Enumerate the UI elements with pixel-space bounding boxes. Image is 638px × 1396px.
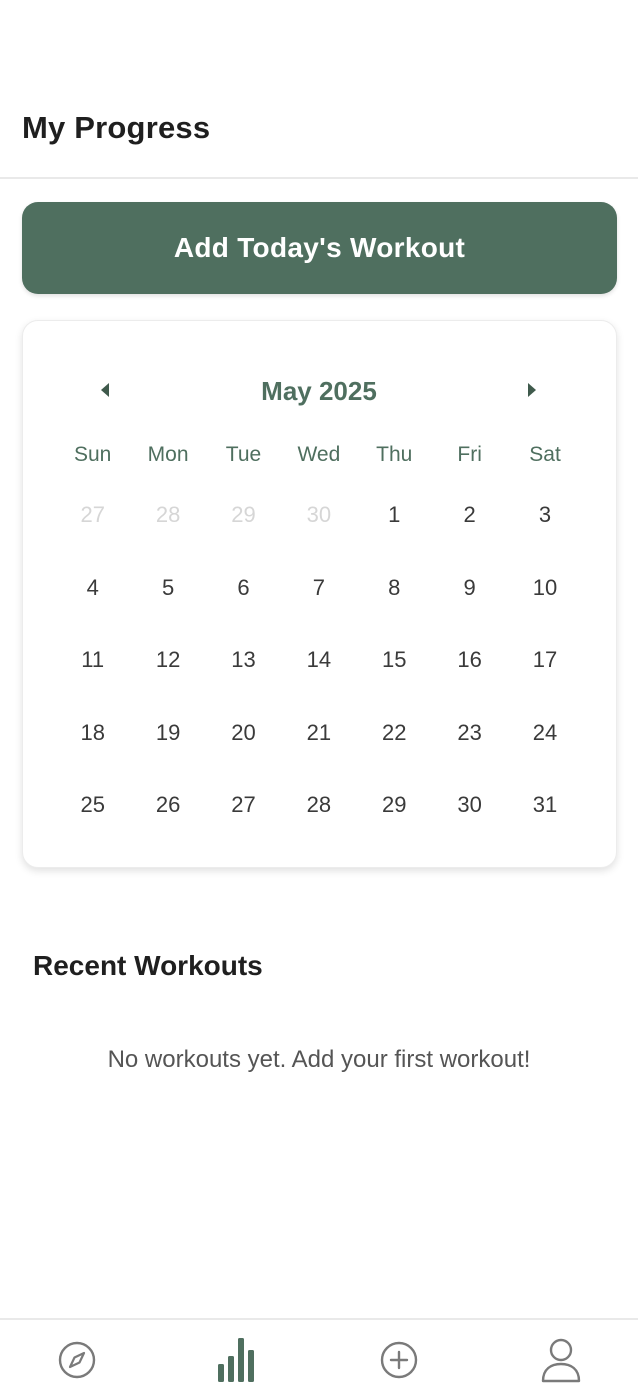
calendar-day[interactable]: 10 bbox=[507, 575, 582, 601]
plus-circle-icon bbox=[380, 1341, 418, 1379]
calendar-day[interactable]: 16 bbox=[432, 647, 507, 673]
calendar-day[interactable]: 1 bbox=[357, 502, 432, 528]
calendar-day[interactable]: 6 bbox=[206, 575, 281, 601]
compass-icon bbox=[58, 1341, 96, 1379]
header: My Progress bbox=[0, 0, 638, 179]
calendar-weekday-header: Sun Mon Tue Wed Thu Fri Sat bbox=[55, 443, 583, 467]
bottom-nav bbox=[0, 1318, 638, 1396]
calendar-day[interactable]: 25 bbox=[55, 792, 130, 818]
calendar-day[interactable]: 22 bbox=[357, 720, 432, 746]
calendar-week-row: 4 5 6 7 8 9 10 bbox=[55, 575, 583, 601]
weekday-label: Sun bbox=[74, 443, 112, 466]
calendar-day[interactable]: 28 bbox=[130, 502, 205, 528]
weekday-label: Fri bbox=[457, 443, 482, 466]
calendar-day[interactable]: 2 bbox=[432, 502, 507, 528]
calendar-day[interactable]: 11 bbox=[55, 647, 130, 673]
weekday-label: Tue bbox=[225, 443, 262, 466]
calendar-day[interactable]: 21 bbox=[281, 720, 356, 746]
user-icon bbox=[541, 1338, 581, 1383]
calendar-day[interactable]: 31 bbox=[507, 792, 582, 818]
calendar-day[interactable]: 8 bbox=[357, 575, 432, 601]
calendar-day[interactable]: 24 bbox=[507, 720, 582, 746]
calendar-day[interactable]: 26 bbox=[130, 792, 205, 818]
calendar-week-row: 27 28 29 30 1 2 3 bbox=[55, 502, 583, 528]
calendar-next-button[interactable] bbox=[514, 372, 550, 408]
calendar-day[interactable]: 12 bbox=[130, 647, 205, 673]
nav-explore[interactable] bbox=[47, 1330, 107, 1390]
calendar-day[interactable]: 13 bbox=[206, 647, 281, 673]
calendar-day[interactable]: 3 bbox=[507, 502, 582, 528]
calendar-day[interactable]: 17 bbox=[507, 647, 582, 673]
weekday-label: Sat bbox=[529, 443, 561, 466]
add-workout-button[interactable]: Add Today's Workout bbox=[22, 202, 617, 294]
calendar-day[interactable]: 14 bbox=[281, 647, 356, 673]
chevron-right-icon bbox=[528, 383, 536, 397]
weekday-label: Wed bbox=[297, 443, 341, 466]
calendar-day[interactable]: 30 bbox=[432, 792, 507, 818]
calendar-day[interactable]: 18 bbox=[55, 720, 130, 746]
calendar-day[interactable]: 4 bbox=[55, 575, 130, 601]
calendar-day[interactable]: 27 bbox=[55, 502, 130, 528]
bar-chart-icon bbox=[218, 1338, 254, 1382]
calendar-week-row: 18 19 20 21 22 23 24 bbox=[55, 720, 583, 746]
calendar-day[interactable]: 19 bbox=[130, 720, 205, 746]
calendar-day[interactable]: 5 bbox=[130, 575, 205, 601]
calendar-day[interactable]: 7 bbox=[281, 575, 356, 601]
calendar-day[interactable]: 20 bbox=[206, 720, 281, 746]
nav-progress[interactable] bbox=[207, 1330, 267, 1390]
calendar-day[interactable]: 29 bbox=[357, 792, 432, 818]
nav-profile[interactable] bbox=[531, 1330, 591, 1390]
calendar-week-row: 11 12 13 14 15 16 17 bbox=[55, 647, 583, 673]
app-root: My Progress Add Today's Workout May 2025… bbox=[0, 0, 638, 1396]
weekday-label: Mon bbox=[147, 443, 189, 466]
calendar-day[interactable]: 23 bbox=[432, 720, 507, 746]
recent-workouts-title: Recent Workouts bbox=[33, 950, 263, 981]
nav-add[interactable] bbox=[369, 1330, 429, 1390]
calendar-day[interactable]: 30 bbox=[281, 502, 356, 528]
calendar-day[interactable]: 27 bbox=[206, 792, 281, 818]
calendar-day[interactable]: 9 bbox=[432, 575, 507, 601]
calendar-day[interactable]: 15 bbox=[357, 647, 432, 673]
calendar-day[interactable]: 28 bbox=[281, 792, 356, 818]
empty-state-text: No workouts yet. Add your first workout! bbox=[107, 1046, 531, 1073]
weekday-label: Thu bbox=[376, 443, 413, 466]
calendar-week-row: 25 26 27 28 29 30 31 bbox=[55, 792, 583, 818]
calendar-day[interactable]: 29 bbox=[206, 502, 281, 528]
page-title: My Progress bbox=[22, 110, 211, 145]
